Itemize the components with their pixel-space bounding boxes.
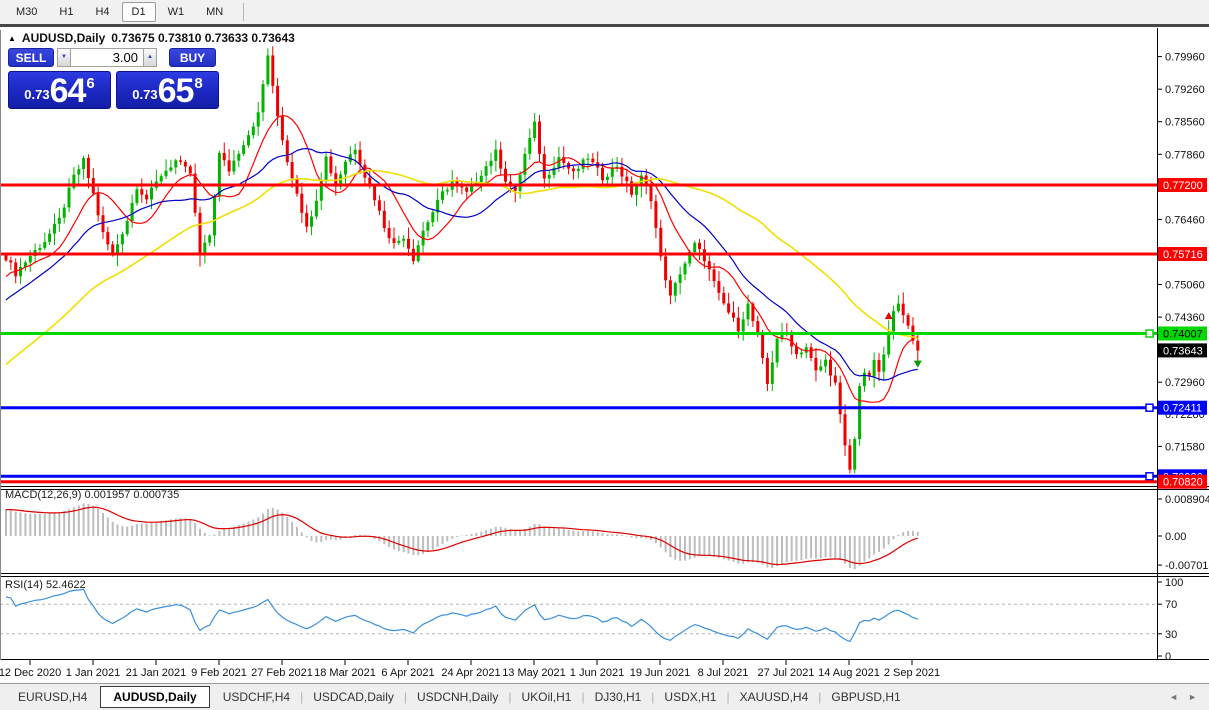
chart-tab-dj30-h1[interactable]: DJ30,H1 — [585, 687, 652, 707]
sell-price-pip-digit: 6 — [86, 75, 95, 92]
svg-text:12 Dec 2020: 12 Dec 2020 — [0, 667, 61, 679]
sell-button[interactable]: SELL — [8, 48, 54, 67]
svg-text:0.72411: 0.72411 — [1163, 403, 1202, 415]
svg-text:0.74360: 0.74360 — [1165, 312, 1205, 324]
chart-tab-usdx-h1[interactable]: USDX,H1 — [654, 687, 726, 707]
chart-tab-audusd-daily[interactable]: AUDUSD,Daily — [100, 686, 210, 708]
svg-text:14 Aug 2021: 14 Aug 2021 — [818, 667, 880, 679]
svg-text:21 Jan 2021: 21 Jan 2021 — [126, 667, 187, 679]
volume-increase-icon[interactable]: ▲ — [144, 48, 157, 67]
svg-text:0.75716: 0.75716 — [1163, 249, 1203, 261]
chart-tab-eurusd-h4[interactable]: EURUSD,H4 — [8, 687, 97, 707]
svg-text:0.78560: 0.78560 — [1165, 117, 1205, 129]
sell-price-prefix: 0.73 — [24, 87, 50, 102]
toolbar-separator — [243, 3, 245, 21]
tab-scroll-left-icon[interactable]: ◄ — [1169, 692, 1178, 702]
timeframe-button-h1[interactable]: H1 — [49, 2, 83, 22]
timeframe-button-m30[interactable]: M30 — [6, 2, 47, 22]
volume-decrease-icon[interactable]: ▼ — [57, 48, 70, 67]
chart-tab-ukoil-h1[interactable]: UKOil,H1 — [511, 687, 581, 707]
level-handle — [1145, 472, 1154, 481]
rsi-indicator-label: RSI(14) 52.4622 — [5, 579, 86, 591]
svg-text:0.00: 0.00 — [1165, 531, 1186, 543]
chart-title: ▲ AUDUSD,Daily 0.73675 0.73810 0.73633 0… — [8, 31, 295, 45]
chart-symbol-label: AUDUSD,Daily — [21, 31, 106, 45]
tab-scroll-right-icon[interactable]: ► — [1188, 692, 1197, 702]
svg-text:24 Apr 2021: 24 Apr 2021 — [441, 667, 500, 679]
svg-text:0.77860: 0.77860 — [1165, 149, 1205, 161]
buy-price-big-digits: 65 — [157, 72, 195, 110]
svg-text:1 Jun 2021: 1 Jun 2021 — [570, 667, 624, 679]
svg-text:19 Jun 2021: 19 Jun 2021 — [630, 667, 691, 679]
svg-text:1 Jan 2021: 1 Jan 2021 — [66, 667, 120, 679]
timeframe-button-w1[interactable]: W1 — [158, 2, 195, 22]
buy-price-pip-digit: 8 — [194, 75, 203, 92]
svg-text:0.79260: 0.79260 — [1165, 84, 1205, 96]
svg-text:-0.007013: -0.007013 — [1165, 560, 1209, 572]
level-handle — [1145, 329, 1154, 338]
chart-tab-bar: EURUSD,H4 AUDUSD,Daily USDCHF,H4 | USDCAD,Da… — [0, 683, 1209, 710]
buy-price-prefix: 0.73 — [132, 87, 158, 102]
buy-price-box[interactable]: 0.73 65 8 — [116, 71, 219, 109]
sell-price-big-digits: 64 — [49, 72, 87, 110]
collapse-trade-panel-icon[interactable]: ▲ — [8, 34, 16, 43]
svg-text:27 Feb 2021: 27 Feb 2021 — [251, 667, 313, 679]
chart-tab-usdchf-h4[interactable]: USDCHF,H4 — [213, 687, 300, 707]
svg-text:0.71580: 0.71580 — [1165, 441, 1205, 453]
chart-tab-usdcad-daily[interactable]: USDCAD,Daily — [303, 687, 404, 707]
chart-canvas[interactable]: 0.79960 0.79260 0.78560 0.77860 0.76460 0.750… — [0, 28, 1209, 683]
one-click-trading-panel: SELL ▼ ▲ BUY 0.73 64 6 0.73 65 8 — [8, 48, 220, 109]
svg-text:9 Feb 2021: 9 Feb 2021 — [191, 667, 247, 679]
svg-text:0.77200: 0.77200 — [1163, 180, 1203, 192]
chart-background — [0, 28, 1209, 683]
buy-button[interactable]: BUY — [169, 48, 216, 67]
timeframe-button-mn[interactable]: MN — [196, 2, 233, 22]
svg-text:2 Sep 2021: 2 Sep 2021 — [884, 667, 940, 679]
macd-indicator-label: MACD(12,26,9) 0.001957 0.000735 — [5, 489, 180, 501]
svg-text:0.73643: 0.73643 — [1163, 345, 1203, 357]
svg-text:70: 70 — [1165, 599, 1177, 611]
chart-window: 0.79960 0.79260 0.78560 0.77860 0.76460 0.750… — [0, 27, 1209, 683]
svg-text:27 Jul 2021: 27 Jul 2021 — [758, 667, 815, 679]
volume-input[interactable] — [70, 48, 144, 67]
svg-text:0: 0 — [1165, 651, 1171, 663]
svg-text:6 Apr 2021: 6 Apr 2021 — [381, 667, 434, 679]
svg-text:0.76460: 0.76460 — [1165, 214, 1205, 226]
svg-text:100: 100 — [1165, 577, 1183, 589]
svg-text:0.79960: 0.79960 — [1165, 52, 1205, 64]
chart-tab-gbpusd-h1[interactable]: GBPUSD,H1 — [821, 687, 910, 707]
svg-text:0.008904: 0.008904 — [1165, 494, 1209, 506]
timeframe-toolbar: M30 H1 H4 D1 W1 MN — [0, 0, 1209, 27]
svg-text:0.74007: 0.74007 — [1163, 329, 1203, 341]
mt4-window: M30 H1 H4 D1 W1 MN 0.79960 0.79260 0.78560 0.778… — [0, 0, 1209, 710]
svg-text:8 Jul 2021: 8 Jul 2021 — [698, 667, 749, 679]
svg-text:0.70820: 0.70820 — [1163, 477, 1203, 489]
timeframe-button-d1[interactable]: D1 — [121, 2, 156, 22]
svg-text:0.72960: 0.72960 — [1165, 377, 1205, 389]
svg-text:0.75060: 0.75060 — [1165, 280, 1205, 292]
svg-text:30: 30 — [1165, 629, 1177, 641]
svg-text:13 May 2021: 13 May 2021 — [502, 667, 566, 679]
sell-price-box[interactable]: 0.73 64 6 — [8, 71, 111, 109]
chart-ohlc-values: 0.73675 0.73810 0.73633 0.73643 — [111, 31, 295, 45]
svg-text:18 Mar 2021: 18 Mar 2021 — [314, 667, 376, 679]
level-handle — [1145, 403, 1154, 412]
chart-tab-usdcnh-daily[interactable]: USDCNH,Daily — [407, 687, 508, 707]
chart-tab-xauusd-h4[interactable]: XAUUSD,H4 — [730, 687, 819, 707]
timeframe-button-h4[interactable]: H4 — [85, 2, 119, 22]
